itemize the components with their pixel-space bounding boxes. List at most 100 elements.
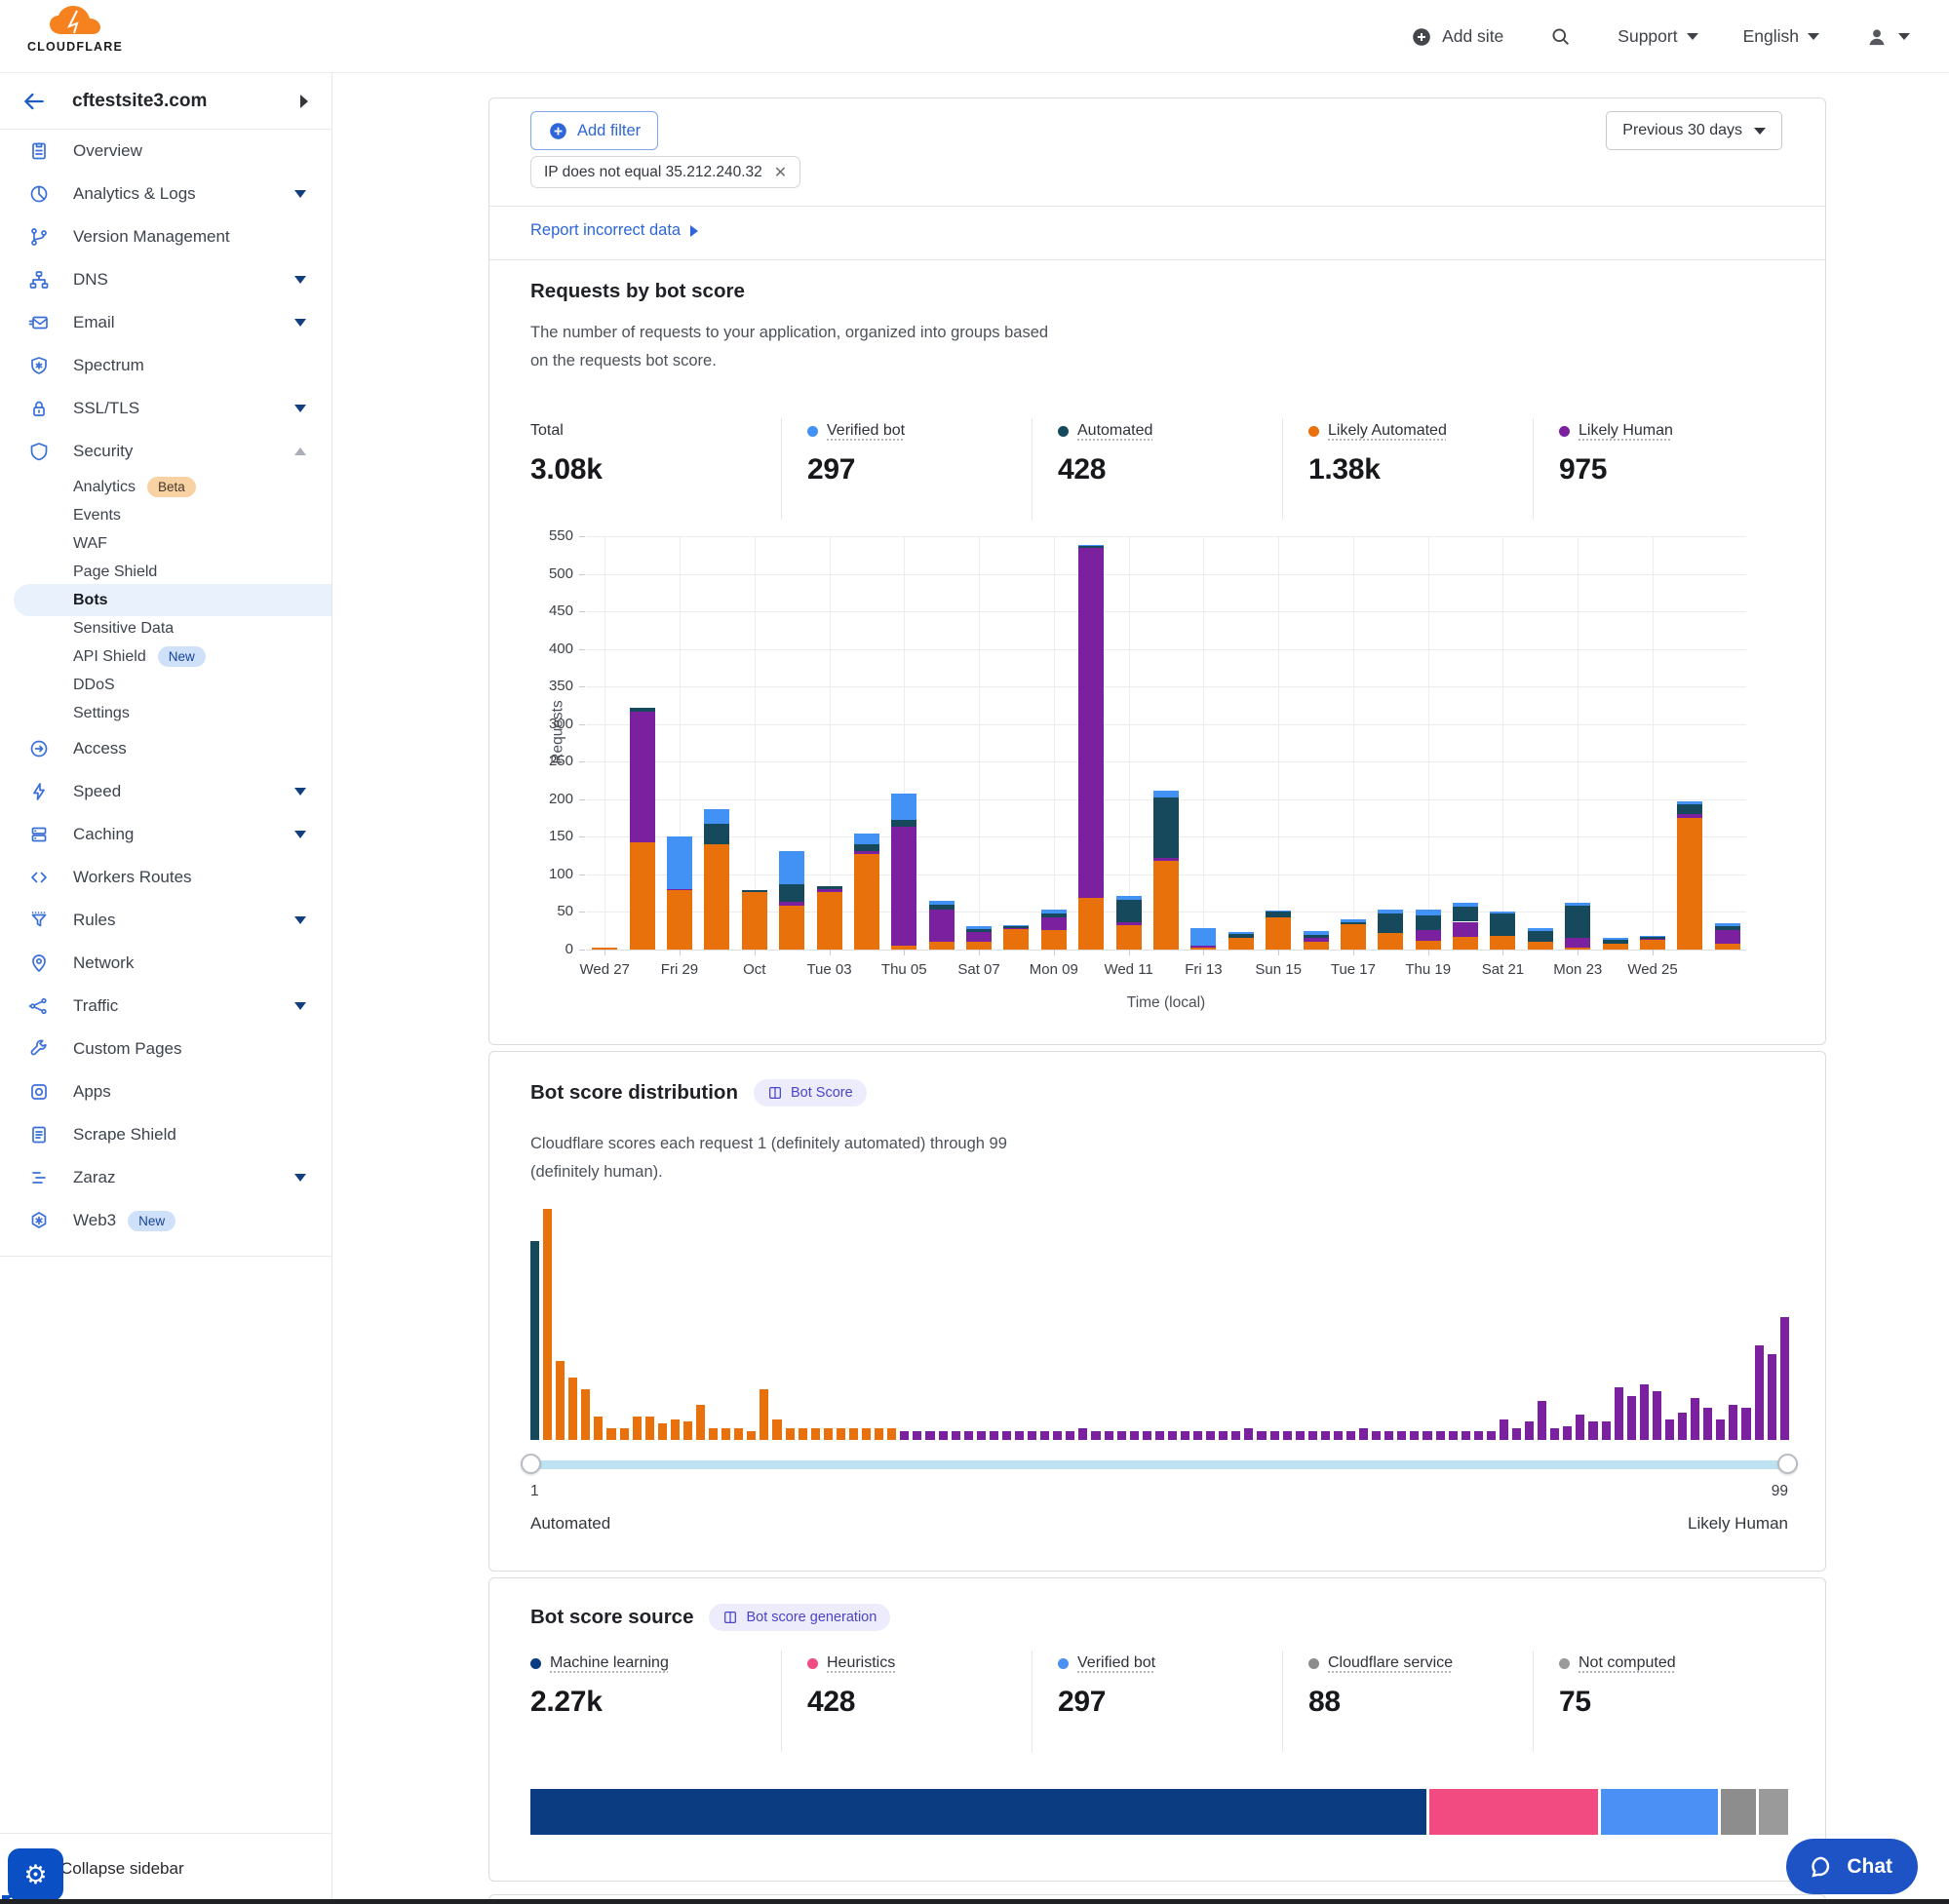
sidebar-item-settings[interactable]: Settings — [0, 699, 331, 727]
bar-segment-automated[interactable] — [1378, 913, 1403, 933]
bar-segment-likely-human[interactable] — [1304, 938, 1329, 942]
histogram-bar[interactable] — [849, 1428, 858, 1440]
histogram-bar[interactable] — [1321, 1431, 1330, 1440]
histogram-bar[interactable] — [964, 1431, 973, 1440]
histogram-bar[interactable] — [977, 1431, 986, 1440]
histogram-bar[interactable] — [747, 1431, 756, 1440]
histogram-bar[interactable] — [721, 1428, 730, 1440]
histogram-bar[interactable] — [556, 1361, 565, 1440]
sidebar-item-caching[interactable]: Caching — [0, 813, 331, 856]
histogram-bar[interactable] — [1512, 1428, 1521, 1440]
histogram-bar[interactable] — [1780, 1317, 1789, 1440]
histogram-bar[interactable] — [799, 1428, 807, 1440]
bar-segment-likely-human[interactable] — [1078, 548, 1104, 898]
histogram-bar[interactable] — [1078, 1428, 1087, 1440]
bar-segment-likely-human[interactable] — [1715, 930, 1740, 944]
histogram-bar[interactable] — [875, 1428, 883, 1440]
bar-segment-automated[interactable] — [854, 844, 879, 851]
support-menu[interactable]: Support — [1618, 26, 1697, 47]
histogram-bar[interactable] — [925, 1431, 934, 1440]
bar-segment-verified-bot[interactable] — [1304, 931, 1329, 936]
histogram-bar[interactable] — [645, 1417, 654, 1440]
bar-segment-automated[interactable] — [966, 929, 992, 931]
bar-segment-likely-human[interactable] — [779, 902, 804, 905]
bar-segment-likely-automated[interactable] — [667, 890, 692, 950]
bar-segment-automated[interactable] — [1341, 922, 1366, 924]
histogram-bar[interactable] — [1296, 1431, 1305, 1440]
bar-segment-likely-human[interactable] — [1416, 930, 1441, 941]
source-segment-not-computed[interactable] — [1759, 1789, 1788, 1835]
bar-segment-verified-bot[interactable] — [1715, 923, 1740, 926]
bar-segment-verified-bot[interactable] — [1677, 801, 1702, 804]
sidebar-item-bots[interactable]: Bots — [14, 584, 331, 616]
histogram-bar[interactable] — [1576, 1415, 1584, 1440]
bar-segment-likely-automated[interactable] — [1266, 917, 1291, 950]
histogram-bar[interactable] — [913, 1431, 921, 1440]
bar-segment-automated[interactable] — [1003, 926, 1029, 928]
bar-segment-automated[interactable] — [1416, 915, 1441, 930]
histogram-bar[interactable] — [1270, 1431, 1279, 1440]
bar-segment-likely-automated[interactable] — [1041, 930, 1067, 950]
bar-segment-automated[interactable] — [1490, 913, 1515, 936]
histogram-bar[interactable] — [530, 1241, 539, 1440]
bar-segment-likely-automated[interactable] — [966, 942, 992, 950]
bar-segment-verified-bot[interactable] — [1078, 545, 1104, 547]
bar-segment-likely-automated[interactable] — [1528, 942, 1553, 950]
bar-segment-likely-automated[interactable] — [1490, 936, 1515, 950]
bar-segment-verified-bot[interactable] — [1116, 896, 1142, 900]
sidebar-item-custom-pages[interactable]: Custom Pages — [0, 1028, 331, 1070]
bar-segment-likely-automated[interactable] — [742, 892, 767, 950]
bar-segment-verified-bot[interactable] — [1565, 903, 1590, 905]
bar-segment-automated[interactable] — [1116, 900, 1142, 922]
bar-segment-verified-bot[interactable] — [854, 834, 879, 844]
histogram-bar[interactable] — [696, 1405, 705, 1440]
histogram-bar[interactable] — [1002, 1431, 1011, 1440]
sidebar-item-ddos[interactable]: DDoS — [0, 671, 331, 699]
stat-label-text[interactable]: Likely Human — [1579, 422, 1673, 440]
bar-segment-automated[interactable] — [1041, 913, 1067, 917]
bar-segment-verified-bot[interactable] — [929, 901, 955, 905]
bar-segment-likely-automated[interactable] — [1416, 941, 1441, 950]
bar-segment-automated[interactable] — [1640, 937, 1665, 939]
source-segment-heuristics[interactable] — [1429, 1789, 1598, 1835]
bar-segment-likely-automated[interactable] — [779, 906, 804, 950]
sidebar-item-scrape-shield[interactable]: Scrape Shield — [0, 1113, 331, 1156]
sidebar-item-rules[interactable]: Rules — [0, 899, 331, 942]
histogram-bar[interactable] — [1436, 1431, 1445, 1440]
bar-segment-likely-human[interactable] — [1453, 922, 1478, 937]
sidebar-item-overview[interactable]: Overview — [0, 130, 331, 173]
sidebar-item-dns[interactable]: DNS — [0, 258, 331, 301]
search-button[interactable] — [1548, 24, 1573, 49]
histogram-bar[interactable] — [1257, 1431, 1266, 1440]
histogram-bar[interactable] — [1372, 1431, 1381, 1440]
bar-segment-automated[interactable] — [1603, 940, 1628, 944]
report-incorrect-data-link[interactable]: Report incorrect data — [530, 221, 698, 240]
histogram-bar[interactable] — [633, 1417, 642, 1440]
histogram-bar[interactable] — [1768, 1354, 1776, 1440]
bar-segment-automated[interactable] — [1565, 906, 1590, 939]
bar-segment-automated[interactable] — [1266, 912, 1291, 917]
bar-segment-likely-human[interactable] — [854, 851, 879, 854]
histogram-bar[interactable] — [1384, 1431, 1393, 1440]
bar-segment-automated[interactable] — [1677, 804, 1702, 814]
bar-segment-verified-bot[interactable] — [779, 851, 804, 884]
sidebar-item-network[interactable]: Network — [0, 942, 331, 985]
histogram-bar[interactable] — [1066, 1431, 1074, 1440]
histogram-bar[interactable] — [1105, 1431, 1113, 1440]
histogram-bar[interactable] — [1028, 1431, 1036, 1440]
bar-segment-likely-automated[interactable] — [1715, 944, 1740, 950]
bar-segment-likely-human[interactable] — [1190, 946, 1216, 948]
bar-segment-verified-bot[interactable] — [1190, 928, 1216, 947]
bar-segment-likely-automated[interactable] — [1078, 898, 1104, 950]
sidebar-item-analytics[interactable]: AnalyticsBeta — [0, 473, 331, 501]
bar-segment-likely-human[interactable] — [630, 712, 655, 841]
sidebar-item-page-shield[interactable]: Page Shield — [0, 558, 331, 586]
histogram-bar[interactable] — [1653, 1391, 1661, 1440]
stat-label-text[interactable]: Machine learning — [550, 1654, 669, 1672]
histogram-bar[interactable] — [709, 1428, 718, 1440]
histogram-bar[interactable] — [1130, 1431, 1139, 1440]
language-menu[interactable]: English — [1743, 26, 1819, 47]
histogram-bar[interactable] — [1346, 1431, 1355, 1440]
histogram-bar[interactable] — [824, 1428, 833, 1440]
histogram-bar[interactable] — [1206, 1431, 1215, 1440]
